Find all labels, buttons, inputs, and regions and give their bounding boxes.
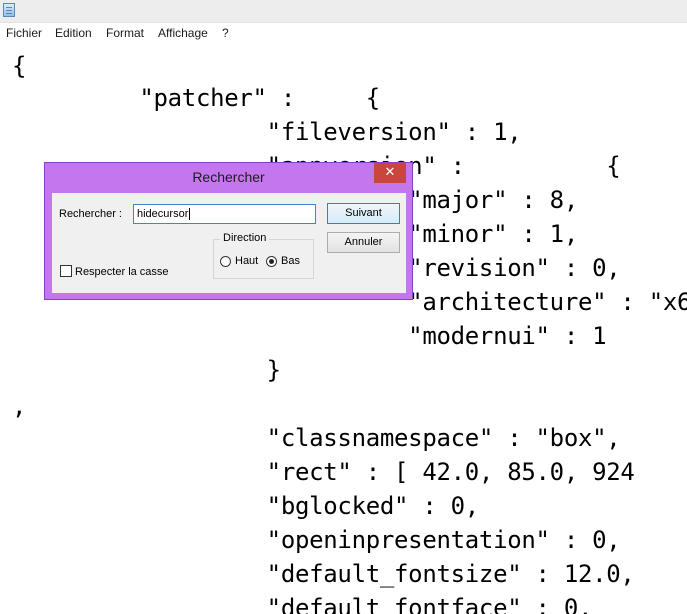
direction-label: Direction (220, 232, 270, 244)
menu-format[interactable]: Format (106, 26, 144, 40)
menu-help[interactable]: ? (222, 26, 229, 40)
direction-down-label[interactable]: Bas (281, 255, 300, 267)
find-next-button[interactable]: Suivant (327, 203, 400, 224)
menu-affichage[interactable]: Affichage (158, 26, 208, 40)
menu-fichier[interactable]: Fichier (6, 26, 42, 40)
notepad-icon (3, 3, 15, 17)
menu-bar: Fichier Edition Format Affichage ? (0, 23, 687, 43)
code-line: "openinpresentation" : 0, (12, 526, 621, 554)
cancel-button[interactable]: Annuler (327, 232, 400, 253)
direction-group: Direction Haut Bas (213, 232, 314, 279)
find-label: Rechercher : (59, 208, 122, 220)
direction-up-label[interactable]: Haut (235, 255, 258, 267)
text-caret (189, 208, 191, 221)
match-case-label[interactable]: Respecter la casse (75, 266, 169, 278)
close-icon: ✕ (384, 165, 396, 180)
dialog-title: Rechercher (192, 169, 265, 185)
code-line: { (12, 52, 27, 80)
direction-up-radio[interactable] (220, 256, 231, 267)
code-line: "bglocked" : 0, (12, 492, 480, 520)
code-line: "rect" : [ 42.0, 85.0, 924 (12, 458, 635, 486)
text-editor[interactable]: { "patcher" : { "fileversion" : 1, "appv… (0, 43, 687, 614)
title-bar (0, 0, 687, 23)
menu-edition[interactable]: Edition (55, 26, 92, 40)
code-line: "classnamespace" : "box", (12, 424, 621, 452)
match-case-checkbox[interactable] (60, 265, 72, 277)
code-line: } (12, 356, 281, 384)
find-input-value: hidecursor (137, 208, 189, 220)
dialog-body: Rechercher : hidecursor Suivant Annuler … (52, 193, 406, 293)
find-dialog: Rechercher ✕ Rechercher : hidecursor Sui… (44, 162, 413, 300)
direction-down-radio[interactable] (266, 256, 277, 267)
code-line: "default_fontsize" : 12.0, (12, 560, 635, 588)
find-input[interactable]: hidecursor (133, 204, 316, 224)
code-line: "patcher" : { (12, 84, 380, 112)
code-line: , (12, 392, 27, 420)
code-line: "fileversion" : 1, (12, 118, 522, 146)
close-button[interactable]: ✕ (374, 163, 406, 183)
code-line: "modernui" : 1 (12, 322, 607, 350)
code-line: "default_fontface" : 0, (12, 594, 593, 614)
